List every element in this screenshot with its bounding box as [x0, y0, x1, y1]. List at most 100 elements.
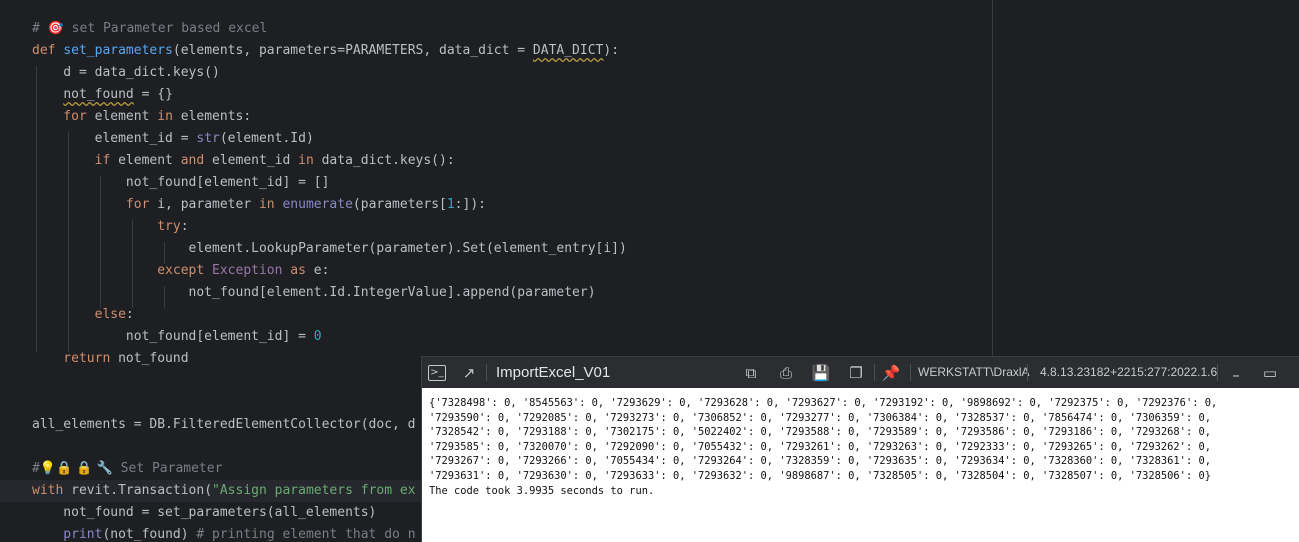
- code-line[interactable]: d = data_dict.keys(): [0, 62, 220, 84]
- code-line[interactable]: not_found[element_id] = 0: [0, 326, 322, 348]
- code-token: i, parameter: [157, 197, 259, 212]
- code-token: in: [258, 197, 283, 212]
- code-token: element_id =: [32, 131, 197, 146]
- output-line: '7293590': 0, '7292085': 0, '7293273': 0…: [429, 411, 1211, 424]
- code-line[interactable]: #💡🔒 🔒 🔧 Set Parameter: [0, 458, 222, 480]
- code-line[interactable]: except Exception as e:: [0, 260, 329, 282]
- output-line: '7293267': 0, '7293266': 0, '7055434': 0…: [429, 455, 1211, 468]
- code-line[interactable]: [0, 436, 32, 458]
- code-line[interactable]: [0, 370, 32, 392]
- code-token: (not_found): [102, 527, 197, 542]
- code-token: except: [32, 263, 213, 278]
- code-token: e:: [313, 263, 330, 278]
- code-line[interactable]: element.LookupParameter(parameter).Set(e…: [0, 238, 627, 260]
- code-line[interactable]: def set_parameters(elements, parameters=…: [0, 40, 619, 62]
- code-token: print: [32, 527, 103, 542]
- code-token: (element.Id): [219, 131, 314, 146]
- code-token: :: [125, 307, 134, 322]
- code-token: set Parameter based excel: [63, 21, 268, 36]
- code-token: data_dict.keys():: [321, 153, 455, 168]
- code-line[interactable]: [0, 392, 32, 414]
- save-icon[interactable]: 💾: [811, 363, 831, 383]
- code-token: #: [32, 21, 48, 36]
- code-token: d = data_dict.keys(): [32, 65, 220, 80]
- console-titlebar[interactable]: >_ ↗ ImportExcel_V01 ⧉ ⎙ 💾 ❐ 📌 WERKSTATT…: [422, 357, 1299, 388]
- code-token: (parameters[: [352, 197, 447, 212]
- code-line[interactable]: not_found = set_parameters(all_elements): [0, 502, 376, 524]
- code-token: = {}: [133, 87, 173, 102]
- code-token: #: [32, 461, 40, 476]
- code-token: in: [157, 109, 181, 124]
- code-token: ):: [603, 43, 620, 58]
- code-token: in: [298, 153, 322, 168]
- code-line[interactable]: if element and element_id in data_dict.k…: [0, 150, 455, 172]
- code-token: Set Parameter: [112, 461, 223, 476]
- code-token: :]):: [454, 197, 486, 212]
- print-icon[interactable]: ⎙: [776, 363, 796, 383]
- output-line: The code took 3.9935 seconds to run.: [429, 484, 655, 497]
- code-line[interactable]: try:: [0, 216, 189, 238]
- code-token: revit.Transaction(: [71, 483, 213, 498]
- output-line: '7328542': 0, '7293188': 0, '7302175': 0…: [429, 426, 1211, 439]
- output-line: {'7328498': 0, '8545563': 0, '7293629': …: [429, 397, 1218, 409]
- code-token: (elements, parameters=PARAMETERS, data_d…: [172, 43, 533, 58]
- open-external-icon[interactable]: ⧉: [741, 363, 761, 383]
- minimize-icon[interactable]: –: [1226, 365, 1246, 385]
- terminal-icon[interactable]: >_: [428, 365, 446, 381]
- pin-off-icon[interactable]: 📌: [881, 363, 901, 383]
- code-token: element_id: [212, 153, 299, 168]
- code-token: # printing element that do n: [196, 527, 416, 542]
- code-token: "Assign parameters from ex: [212, 483, 416, 498]
- code-line[interactable]: all_elements = DB.FilteredElementCollect…: [0, 414, 416, 436]
- code-line[interactable]: not_found[element.Id.IntegerValue].appen…: [0, 282, 596, 304]
- arrow-up-right-icon[interactable]: ↗: [459, 363, 479, 383]
- code-line[interactable]: not_found[element_id] = []: [0, 172, 330, 194]
- code-token: DATA_DICT: [532, 43, 604, 58]
- code-token: 🎯: [47, 21, 64, 36]
- code-token: str: [196, 131, 220, 146]
- code-token: :: [180, 219, 189, 234]
- code-token: and: [180, 153, 213, 168]
- titlebar-divider: [874, 364, 875, 381]
- code-line[interactable]: # 🎯 set Parameter based excel: [0, 18, 267, 40]
- code-token: Exception: [212, 263, 283, 278]
- version-label: 4.8.13.23182+2215:277:2022.1.6: [1040, 365, 1218, 379]
- code-line[interactable]: for element in elements:: [0, 106, 251, 128]
- code-token: not_found: [63, 87, 134, 102]
- code-token: 💡🔒 🔒 🔧: [39, 461, 113, 476]
- code-token: for: [32, 197, 158, 212]
- copy-icon[interactable]: ❐: [846, 363, 866, 383]
- code-line[interactable]: print(not_found) # printing element that…: [0, 524, 416, 542]
- output-line: '7293585': 0, '7320070': 0, '7292090': 0…: [429, 440, 1211, 453]
- code-token: with: [32, 483, 72, 498]
- code-token: def: [32, 43, 64, 58]
- console-output: {'7328498': 0, '8545563': 0, '7293629': …: [429, 396, 1294, 498]
- code-token: not_found: [118, 351, 189, 366]
- console-window[interactable]: >_ ↗ ImportExcel_V01 ⧉ ⎙ 💾 ❐ 📌 WERKSTATT…: [422, 357, 1299, 542]
- code-token: not_found[element_id] =: [32, 329, 314, 344]
- code-token: element: [94, 109, 158, 124]
- titlebar-divider: [486, 364, 487, 381]
- maximize-icon[interactable]: ▭: [1260, 363, 1280, 383]
- code-line[interactable]: not_found = {}: [0, 84, 173, 106]
- output-line: '7293631': 0, '7293630': 0, '7293633': 0…: [429, 469, 1211, 482]
- code-line[interactable]: return not_found: [0, 348, 189, 370]
- titlebar-divider: [1027, 364, 1028, 381]
- code-token: return: [32, 351, 119, 366]
- code-token: 1: [446, 197, 455, 212]
- console-title: ImportExcel_V01: [496, 364, 611, 381]
- code-token: elements:: [180, 109, 252, 124]
- code-token: set_parameters: [63, 43, 173, 58]
- code-line[interactable]: else:: [0, 304, 134, 326]
- code-token: element: [118, 153, 181, 168]
- code-token: not_found = set_parameters(all_elements): [32, 505, 377, 520]
- code-token: as: [282, 263, 314, 278]
- code-token: enumerate: [282, 197, 353, 212]
- titlebar-divider: [910, 364, 911, 381]
- code-line[interactable]: for i, parameter in enumerate(parameters…: [0, 194, 486, 216]
- titlebar-divider: [1217, 364, 1218, 381]
- code-line[interactable]: element_id = str(element.Id): [0, 128, 314, 150]
- code-token: all_elements = DB.FilteredElementCollect…: [32, 417, 416, 432]
- code-token: for: [32, 109, 95, 124]
